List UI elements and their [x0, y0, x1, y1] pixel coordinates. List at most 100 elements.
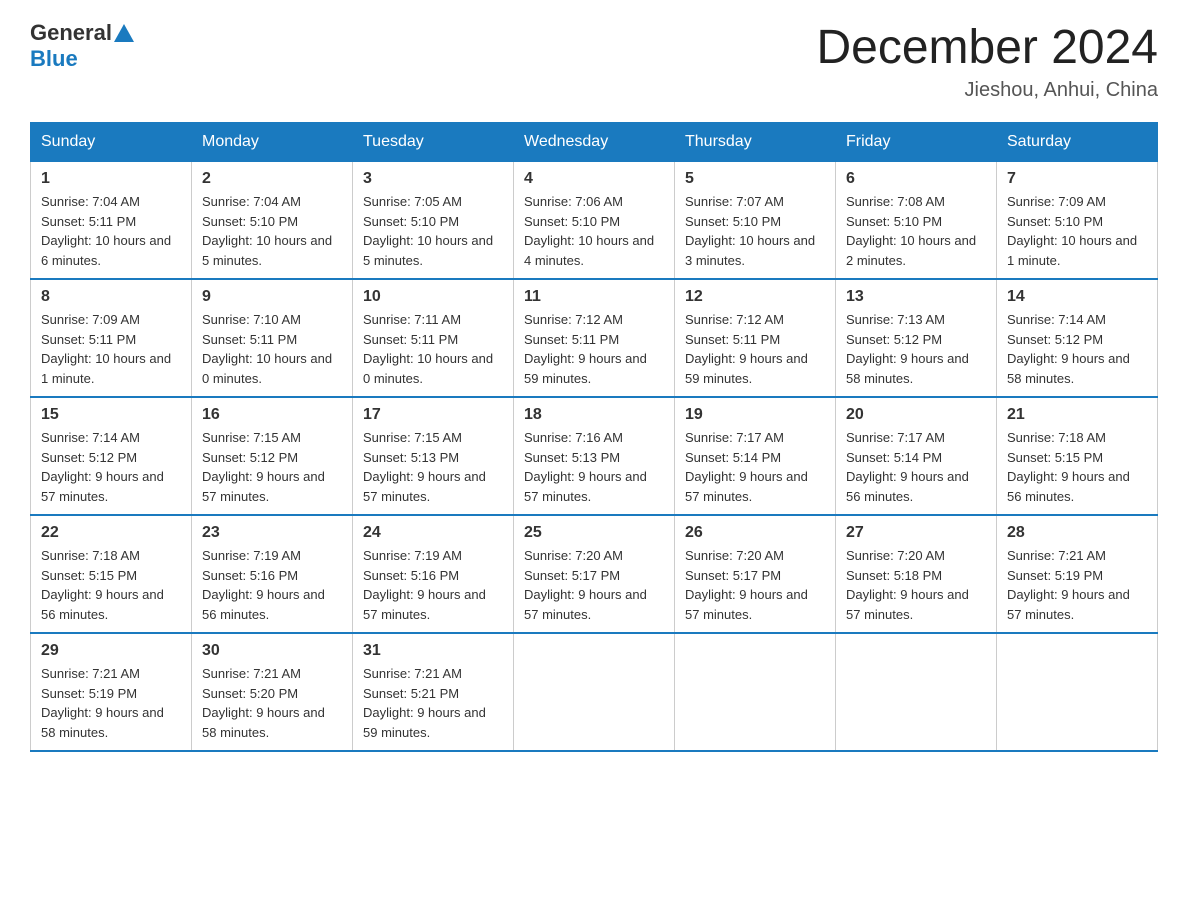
table-row: 30 Sunrise: 7:21 AM Sunset: 5:20 PM Dayl… [192, 633, 353, 751]
sunset-label: Sunset: 5:10 PM [1007, 214, 1103, 229]
daylight-label: Daylight: 9 hours and 56 minutes. [846, 469, 969, 504]
sunrise-label: Sunrise: 7:04 AM [202, 194, 301, 209]
day-number: 19 [685, 406, 825, 424]
day-header-row: Sunday Monday Tuesday Wednesday Thursday… [31, 123, 1158, 162]
table-row: 10 Sunrise: 7:11 AM Sunset: 5:11 PM Dayl… [353, 279, 514, 397]
daylight-label: Daylight: 9 hours and 57 minutes. [41, 469, 164, 504]
header-tuesday: Tuesday [353, 123, 514, 162]
day-number: 15 [41, 406, 181, 424]
sunrise-label: Sunrise: 7:05 AM [363, 194, 462, 209]
day-number: 3 [363, 170, 503, 188]
header-wednesday: Wednesday [514, 123, 675, 162]
month-title: December 2024 [816, 20, 1158, 75]
page-header: General Blue December 2024 Jieshou, Anhu… [30, 20, 1158, 102]
table-row: 14 Sunrise: 7:14 AM Sunset: 5:12 PM Dayl… [997, 279, 1158, 397]
sunset-label: Sunset: 5:15 PM [1007, 450, 1103, 465]
day-number: 14 [1007, 288, 1147, 306]
calendar-header: Sunday Monday Tuesday Wednesday Thursday… [31, 123, 1158, 162]
sunrise-label: Sunrise: 7:14 AM [41, 430, 140, 445]
sunrise-label: Sunrise: 7:21 AM [1007, 548, 1106, 563]
day-number: 9 [202, 288, 342, 306]
sunrise-label: Sunrise: 7:20 AM [685, 548, 784, 563]
sunset-label: Sunset: 5:19 PM [1007, 568, 1103, 583]
calendar-week-row: 15 Sunrise: 7:14 AM Sunset: 5:12 PM Dayl… [31, 397, 1158, 515]
sunrise-label: Sunrise: 7:20 AM [524, 548, 623, 563]
day-number: 28 [1007, 524, 1147, 542]
table-row [675, 633, 836, 751]
table-row: 17 Sunrise: 7:15 AM Sunset: 5:13 PM Dayl… [353, 397, 514, 515]
day-number: 25 [524, 524, 664, 542]
daylight-label: Daylight: 9 hours and 58 minutes. [41, 705, 164, 740]
logo-row1: General [30, 20, 134, 46]
day-number: 8 [41, 288, 181, 306]
day-number: 18 [524, 406, 664, 424]
daylight-label: Daylight: 10 hours and 0 minutes. [202, 351, 332, 386]
sunset-label: Sunset: 5:13 PM [363, 450, 459, 465]
day-info: Sunrise: 7:19 AM Sunset: 5:16 PM Dayligh… [363, 546, 503, 624]
daylight-label: Daylight: 9 hours and 59 minutes. [363, 705, 486, 740]
header-friday: Friday [836, 123, 997, 162]
day-number: 7 [1007, 170, 1147, 188]
sunset-label: Sunset: 5:12 PM [202, 450, 298, 465]
sunset-label: Sunset: 5:11 PM [41, 214, 136, 229]
daylight-label: Daylight: 10 hours and 4 minutes. [524, 233, 654, 268]
sunset-label: Sunset: 5:10 PM [363, 214, 459, 229]
table-row: 28 Sunrise: 7:21 AM Sunset: 5:19 PM Dayl… [997, 515, 1158, 633]
header-monday: Monday [192, 123, 353, 162]
day-info: Sunrise: 7:14 AM Sunset: 5:12 PM Dayligh… [41, 428, 181, 506]
sunset-label: Sunset: 5:13 PM [524, 450, 620, 465]
calendar-body: 1 Sunrise: 7:04 AM Sunset: 5:11 PM Dayli… [31, 162, 1158, 752]
table-row: 13 Sunrise: 7:13 AM Sunset: 5:12 PM Dayl… [836, 279, 997, 397]
table-row: 6 Sunrise: 7:08 AM Sunset: 5:10 PM Dayli… [836, 162, 997, 280]
day-info: Sunrise: 7:19 AM Sunset: 5:16 PM Dayligh… [202, 546, 342, 624]
calendar-week-row: 8 Sunrise: 7:09 AM Sunset: 5:11 PM Dayli… [31, 279, 1158, 397]
sunset-label: Sunset: 5:10 PM [524, 214, 620, 229]
table-row: 20 Sunrise: 7:17 AM Sunset: 5:14 PM Dayl… [836, 397, 997, 515]
table-row: 15 Sunrise: 7:14 AM Sunset: 5:12 PM Dayl… [31, 397, 192, 515]
day-number: 1 [41, 170, 181, 188]
day-number: 26 [685, 524, 825, 542]
day-info: Sunrise: 7:06 AM Sunset: 5:10 PM Dayligh… [524, 192, 664, 270]
sunset-label: Sunset: 5:16 PM [363, 568, 459, 583]
location-text: Jieshou, Anhui, China [816, 79, 1158, 102]
day-number: 21 [1007, 406, 1147, 424]
sunrise-label: Sunrise: 7:14 AM [1007, 312, 1106, 327]
daylight-label: Daylight: 9 hours and 56 minutes. [202, 587, 325, 622]
day-info: Sunrise: 7:18 AM Sunset: 5:15 PM Dayligh… [1007, 428, 1147, 506]
table-row: 16 Sunrise: 7:15 AM Sunset: 5:12 PM Dayl… [192, 397, 353, 515]
sunset-label: Sunset: 5:10 PM [846, 214, 942, 229]
day-info: Sunrise: 7:04 AM Sunset: 5:11 PM Dayligh… [41, 192, 181, 270]
daylight-label: Daylight: 9 hours and 57 minutes. [685, 469, 808, 504]
sunrise-label: Sunrise: 7:21 AM [41, 666, 140, 681]
sunset-label: Sunset: 5:15 PM [41, 568, 137, 583]
day-number: 24 [363, 524, 503, 542]
day-info: Sunrise: 7:21 AM Sunset: 5:19 PM Dayligh… [41, 664, 181, 742]
table-row: 2 Sunrise: 7:04 AM Sunset: 5:10 PM Dayli… [192, 162, 353, 280]
day-number: 17 [363, 406, 503, 424]
day-number: 6 [846, 170, 986, 188]
day-number: 20 [846, 406, 986, 424]
day-info: Sunrise: 7:21 AM Sunset: 5:21 PM Dayligh… [363, 664, 503, 742]
day-info: Sunrise: 7:14 AM Sunset: 5:12 PM Dayligh… [1007, 310, 1147, 388]
sunset-label: Sunset: 5:17 PM [685, 568, 781, 583]
daylight-label: Daylight: 9 hours and 58 minutes. [202, 705, 325, 740]
day-info: Sunrise: 7:05 AM Sunset: 5:10 PM Dayligh… [363, 192, 503, 270]
day-number: 29 [41, 642, 181, 660]
day-number: 22 [41, 524, 181, 542]
sunset-label: Sunset: 5:18 PM [846, 568, 942, 583]
table-row: 1 Sunrise: 7:04 AM Sunset: 5:11 PM Dayli… [31, 162, 192, 280]
day-info: Sunrise: 7:13 AM Sunset: 5:12 PM Dayligh… [846, 310, 986, 388]
day-info: Sunrise: 7:12 AM Sunset: 5:11 PM Dayligh… [685, 310, 825, 388]
sunrise-label: Sunrise: 7:21 AM [363, 666, 462, 681]
sunrise-label: Sunrise: 7:07 AM [685, 194, 784, 209]
table-row: 4 Sunrise: 7:06 AM Sunset: 5:10 PM Dayli… [514, 162, 675, 280]
day-number: 30 [202, 642, 342, 660]
daylight-label: Daylight: 9 hours and 57 minutes. [524, 469, 647, 504]
day-number: 10 [363, 288, 503, 306]
table-row: 19 Sunrise: 7:17 AM Sunset: 5:14 PM Dayl… [675, 397, 836, 515]
sunrise-label: Sunrise: 7:19 AM [363, 548, 462, 563]
daylight-label: Daylight: 9 hours and 58 minutes. [1007, 351, 1130, 386]
sunset-label: Sunset: 5:11 PM [363, 332, 458, 347]
calendar-week-row: 22 Sunrise: 7:18 AM Sunset: 5:15 PM Dayl… [31, 515, 1158, 633]
day-info: Sunrise: 7:10 AM Sunset: 5:11 PM Dayligh… [202, 310, 342, 388]
